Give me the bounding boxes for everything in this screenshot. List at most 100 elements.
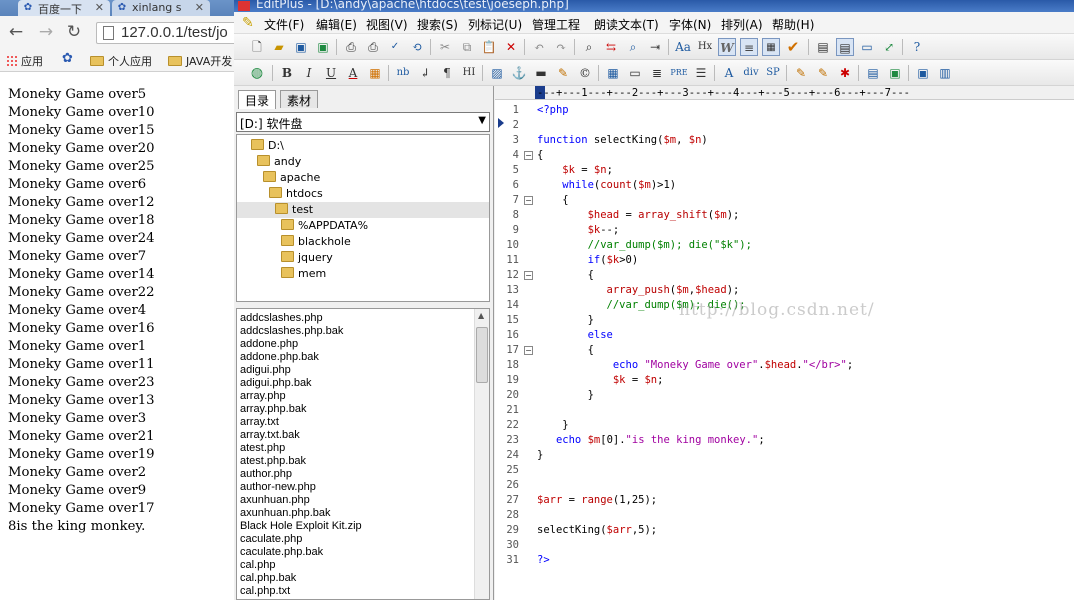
div-tag-icon[interactable]: div: [742, 64, 760, 82]
brush-icon[interactable]: ✎: [814, 64, 832, 82]
file-item[interactable]: axunhuan.php.bak: [240, 507, 331, 520]
code-line[interactable]: $k = $n;: [537, 163, 613, 178]
replace-icon[interactable]: ⇆: [602, 38, 620, 56]
tree-node-apache[interactable]: apache: [263, 170, 320, 186]
code-editor[interactable]: ---+---1---+---2---+---3---+---4---+---5…: [495, 86, 1074, 600]
code-line[interactable]: <?php: [537, 103, 569, 118]
menu-arrange[interactable]: 排列(A): [721, 16, 763, 33]
menu-font[interactable]: 字体(N): [669, 16, 711, 33]
file-item[interactable]: cal.php.bak: [240, 572, 296, 585]
scroll-up-icon[interactable]: ▲: [478, 311, 484, 320]
browser-tab-baidu[interactable]: ✿ 百度一下 ✕: [18, 0, 110, 16]
tree-node-andy[interactable]: andy: [257, 154, 301, 170]
scrollbar-thumb[interactable]: [476, 327, 488, 383]
code-line[interactable]: $head = array_shift($m);: [537, 208, 740, 223]
tree-node-appdata[interactable]: %APPDATA%: [281, 218, 368, 234]
browser-view-icon[interactable]: ⟲: [408, 38, 426, 56]
code-line[interactable]: selectKing($arr,5);: [537, 523, 657, 538]
goto-icon[interactable]: ⇥: [646, 38, 664, 56]
code-line[interactable]: if($k>0): [537, 253, 639, 268]
print-preview-icon[interactable]: ⎙: [342, 38, 360, 56]
file-item[interactable]: cal.php: [240, 559, 275, 572]
new-file-icon[interactable]: 🗋: [248, 38, 266, 56]
menu-project[interactable]: 管理工程: [532, 16, 580, 33]
menu-edit[interactable]: 编辑(E): [316, 16, 357, 33]
bookmark-folder-personal[interactable]: 个人应用: [90, 53, 152, 69]
globe-icon[interactable]: ◍: [248, 64, 266, 82]
menu-file[interactable]: 文件(F): [264, 16, 304, 33]
save-icon[interactable]: ▣: [292, 38, 310, 56]
code-line[interactable]: }: [537, 388, 594, 403]
tree-node-test[interactable]: test: [237, 202, 489, 218]
file-item[interactable]: atest.php: [240, 442, 285, 455]
tree-node-mem[interactable]: mem: [281, 266, 326, 282]
menu-column[interactable]: 列标记(U): [468, 16, 522, 33]
output-window-icon[interactable]: ▭: [858, 38, 876, 56]
open-folder-icon[interactable]: ▰: [270, 38, 288, 56]
file-item[interactable]: atest.php.bak: [240, 455, 306, 468]
file-item[interactable]: adigui.php.bak: [240, 377, 312, 390]
help-pointer-icon[interactable]: ?: [908, 38, 926, 56]
split-view-icon[interactable]: ▥: [936, 64, 954, 82]
font-tag-icon[interactable]: A: [720, 64, 738, 82]
code-line[interactable]: array_push($m,$head);: [537, 283, 740, 298]
file-item[interactable]: cal.php.txt: [240, 585, 290, 598]
undo-icon[interactable]: ↶: [530, 38, 548, 56]
file-item[interactable]: addone.php: [240, 338, 298, 351]
span-tag-icon[interactable]: SP: [764, 64, 782, 82]
fullscreen-icon[interactable]: ⤢: [880, 38, 898, 56]
reload-icon[interactable]: ↻: [64, 21, 84, 43]
file-item[interactable]: addone.php.bak: [240, 351, 319, 364]
fold-toggle-icon[interactable]: −: [524, 196, 533, 205]
address-bar[interactable]: 127.0.0.1/test/jo: [96, 22, 234, 44]
menu-speech[interactable]: 朗读文本(T): [594, 16, 659, 33]
file-item[interactable]: Black Hole Exploit Kit.zip: [240, 520, 362, 533]
file-item[interactable]: array.txt.bak: [240, 429, 300, 442]
file-item[interactable]: array.php.bak: [240, 403, 306, 416]
font-color-icon[interactable]: A: [344, 64, 362, 82]
find-icon[interactable]: ⌕: [580, 38, 598, 56]
spellcheck-icon[interactable]: ✓: [386, 38, 404, 56]
menu-help[interactable]: 帮助(H): [772, 16, 814, 33]
horizontal-rule-icon[interactable]: ▬: [532, 64, 550, 82]
comment-icon[interactable]: ©: [576, 64, 594, 82]
anchor-icon[interactable]: ⚓: [510, 64, 528, 82]
code-line[interactable]: {: [537, 193, 568, 208]
code-line[interactable]: //var_dump($m); die();: [537, 298, 746, 313]
code-line[interactable]: //var_dump($m); die("$k");: [537, 238, 752, 253]
center-align-icon[interactable]: ≣: [648, 64, 666, 82]
highlight-icon[interactable]: ✎: [554, 64, 572, 82]
cut-icon[interactable]: ✂: [436, 38, 454, 56]
properties-icon[interactable]: ▤: [864, 64, 882, 82]
fold-toggle-icon[interactable]: −: [524, 151, 533, 160]
file-item[interactable]: array.txt: [240, 416, 279, 429]
bookmark-folder-java[interactable]: JAVA开发: [168, 53, 232, 69]
ruler-toggle-icon[interactable]: ▦: [762, 38, 780, 56]
save-all-icon[interactable]: ▣: [314, 38, 332, 56]
code-line[interactable]: }: [537, 313, 594, 328]
file-item[interactable]: array.php: [240, 390, 286, 403]
file-item[interactable]: caculate.php.bak: [240, 546, 323, 559]
menu-search[interactable]: 搜索(S): [417, 16, 458, 33]
code-text[interactable]: <?php function selectKing($m, $n){ $k = $…: [537, 100, 1074, 600]
paste-icon[interactable]: 📋: [480, 38, 498, 56]
edit-tag-icon[interactable]: ✎: [792, 64, 810, 82]
image-icon[interactable]: ▨: [488, 64, 506, 82]
bold-icon[interactable]: B: [278, 64, 296, 82]
code-line[interactable]: {: [537, 148, 543, 163]
vertical-scrollbar[interactable]: ▲: [474, 309, 489, 599]
tree-node-d[interactable]: D:\: [251, 138, 284, 154]
tab-cliptext[interactable]: 素材: [280, 90, 319, 108]
underline-icon[interactable]: U: [322, 64, 340, 82]
cliptext-icon[interactable]: ▣: [886, 64, 904, 82]
line-break-icon[interactable]: ↲: [416, 64, 434, 82]
nbsp-icon[interactable]: nb: [394, 64, 412, 82]
file-item[interactable]: author-new.php: [240, 481, 316, 494]
code-line[interactable]: }: [537, 418, 568, 433]
italic-icon[interactable]: I: [300, 64, 318, 82]
code-line[interactable]: }: [537, 448, 543, 463]
file-item[interactable]: axunhuan.php: [240, 494, 310, 507]
code-line[interactable]: echo "Moneky Game over".$head."</br>";: [537, 358, 853, 373]
copy-icon[interactable]: ⧉: [458, 38, 476, 56]
browser-tab-xinlang[interactable]: ✿ xinlang s ✕: [112, 0, 210, 16]
